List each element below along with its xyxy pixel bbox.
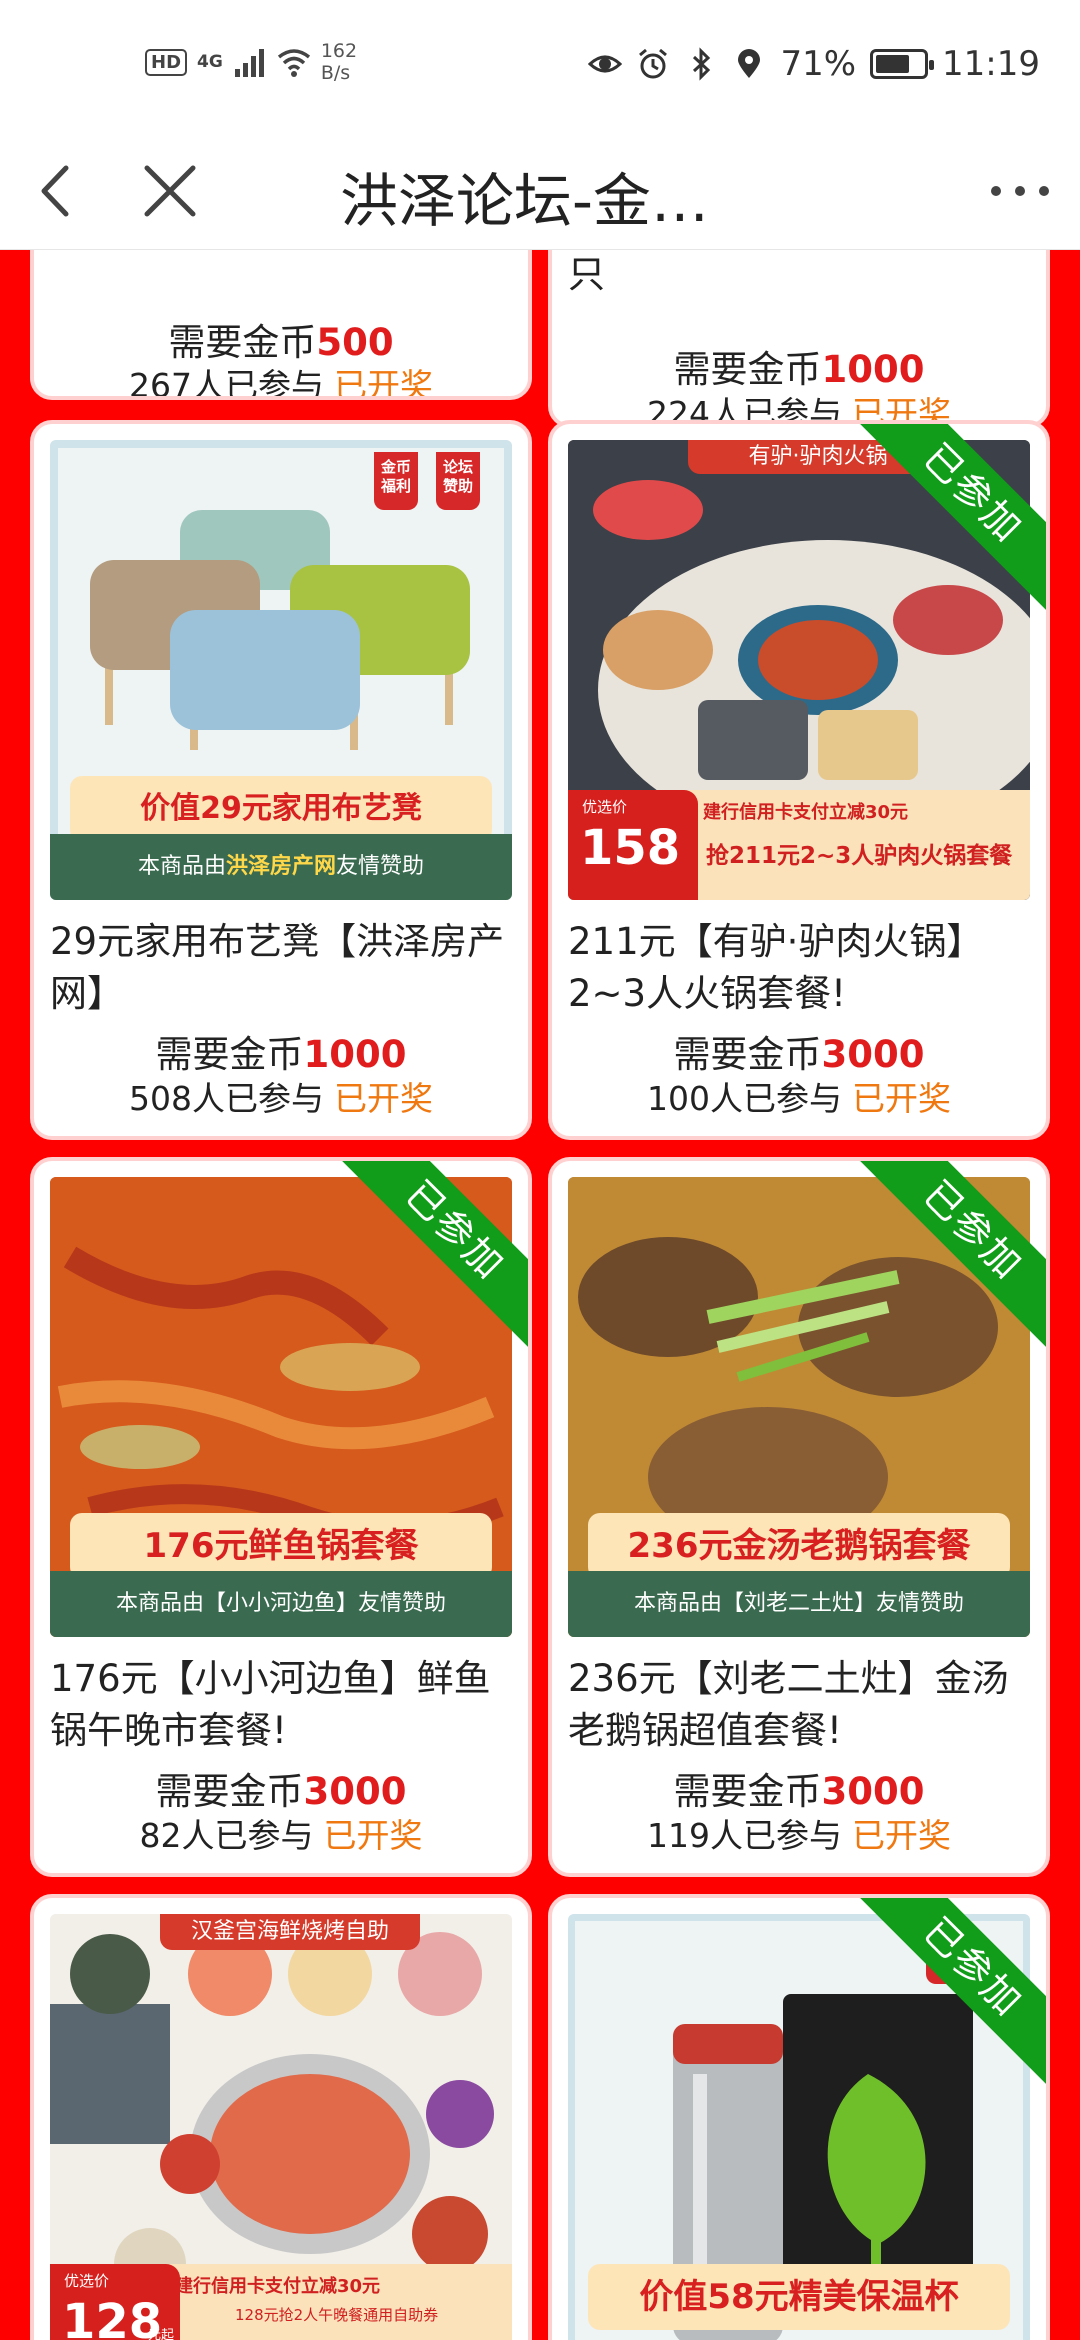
battery-percent: 71% [780,44,857,84]
participants: 100人已参与 已开奖 [647,1079,951,1118]
price-tag: 优选价 128 元起 [50,2264,180,2340]
product-image-bbq: 汉釜宫海鲜烧烤自助 建行信用卡支付立减30元 128元抢2人午晚餐通用自助券 优… [50,1914,512,2340]
prize-card[interactable]: 金币福利 论坛赞助 价值29元家用布艺凳 本商品由洪泽房产网友情赞助 29元家用… [30,420,532,1140]
prize-card[interactable]: 汉釜宫海鲜烧烤自助 建行信用卡支付立减30元 128元抢2人午晚餐通用自助券 优… [30,1894,532,2340]
prize-card[interactable]: 已参加 金币兑换 价值58元精美保温杯 [548,1894,1050,2340]
shop-label: 汉釜宫海鲜烧烤自助 [160,1914,420,1950]
battery-fill [876,55,909,73]
participants: 82人已参与 已开奖 [139,1816,423,1855]
promo-text: 建行信用卡支付立减30元 [175,2276,381,2297]
card-title: 只 [568,253,605,296]
participants: 119人已参与 已开奖 [647,1816,951,1855]
prize-card-partial-right[interactable]: 只 需要金币1000 224人已参与 已开奖 [548,250,1050,428]
card-title: 176元【小小河边鱼】鲜鱼锅午晚市套餐! [50,1657,491,1752]
status-left: HD 4G 162 B/s [145,40,357,84]
sponsor-strip: 本商品由【小小河边鱼】友情赞助 [50,1571,512,1637]
prize-card[interactable]: 已参加 有驴·驴肉火锅 建行信用卡支付立减30元 抢211元2~3人驴肉火锅套餐… [548,420,1050,1140]
badge-forum-sponsor: 论坛赞助 [436,452,480,510]
card-title: 236元【刘老二土灶】金汤老鹅锅超值套餐! [568,1657,1009,1752]
image-banner: 236元金汤老鹅锅套餐 [588,1513,1010,1579]
image-banner: 价值58元精美保温杯 [588,2264,1010,2330]
wifi-icon [277,49,310,77]
deal-text: 128元抢2人午晚餐通用自助券 [235,2306,439,2324]
bluetooth-icon [693,47,711,81]
more-icon[interactable] [980,156,1060,226]
prize-card[interactable]: 已参加 176元鲜鱼锅套餐 本商品由【小小河边鱼】友情赞助 176元【小小河边鱼… [30,1157,532,1877]
battery-icon [870,49,935,79]
image-banner: 价值29元家用布艺凳 [70,776,492,842]
prize-card-partial-left[interactable]: 需要金币500 267人已参与 已开奖 [30,250,532,400]
image-banner: 176元鲜鱼锅套餐 [70,1513,492,1579]
nav-bar: 洪泽论坛-金… [0,132,1080,250]
price-tag: 优选价 158 [568,790,698,900]
sponsor-strip: 本商品由洪泽房产网友情赞助 [50,834,512,900]
participants: 267人已参与 已开奖 [129,366,433,400]
signal-icon [234,49,264,77]
badge-coin-welfare: 金币福利 [374,452,418,510]
status-bar: HD 4G 162 B/s 71% 11:19 [0,0,1080,132]
hd-icon: HD [145,48,188,76]
alarm-icon [639,48,668,79]
sponsor-strip: 本商品由【刘老二土灶】友情赞助 [568,1571,1030,1637]
network-speed: 162 B/s [320,40,358,84]
card-title: 29元家用布艺凳【洪泽房产网】 [50,920,505,1015]
promo-text: 建行信用卡支付立减30元 [703,802,909,823]
prize-grid: 需要金币500 267人已参与 已开奖 只 需要金币1000 224人已参与 已开奖 [0,250,1080,2340]
product-image-stool: 金币福利 论坛赞助 价值29元家用布艺凳 本商品由洪泽房产网友情赞助 [50,440,512,900]
coin-cost: 需要金币3000 [673,1770,925,1813]
participants: 508人已参与 已开奖 [129,1079,433,1118]
clock: 11:19 [942,44,1040,84]
page-title: 洪泽论坛-金… [340,167,709,235]
deal-text: 抢211元2~3人驴肉火锅套餐 [706,843,1013,869]
network-type: 4G [197,52,223,72]
back-icon[interactable] [22,156,92,226]
card-title: 211元【有驴·驴肉火锅】2~3人火锅套餐! [568,920,984,1015]
close-icon[interactable] [135,156,205,226]
eye-icon [588,55,623,73]
coin-cost: 需要金币3000 [155,1770,407,1813]
coin-cost: 需要金币3000 [673,1033,925,1076]
coin-cost: 需要金币500 [168,321,394,364]
status-right: 71% 11:19 [588,44,1040,84]
prize-card[interactable]: 已参加 236元金汤老鹅锅套餐 本商品由【刘老二土灶】友情赞助 236元【刘老二… [548,1157,1050,1877]
coin-cost: 需要金币1000 [673,348,925,391]
location-icon [738,49,761,78]
coin-cost: 需要金币1000 [155,1033,407,1076]
